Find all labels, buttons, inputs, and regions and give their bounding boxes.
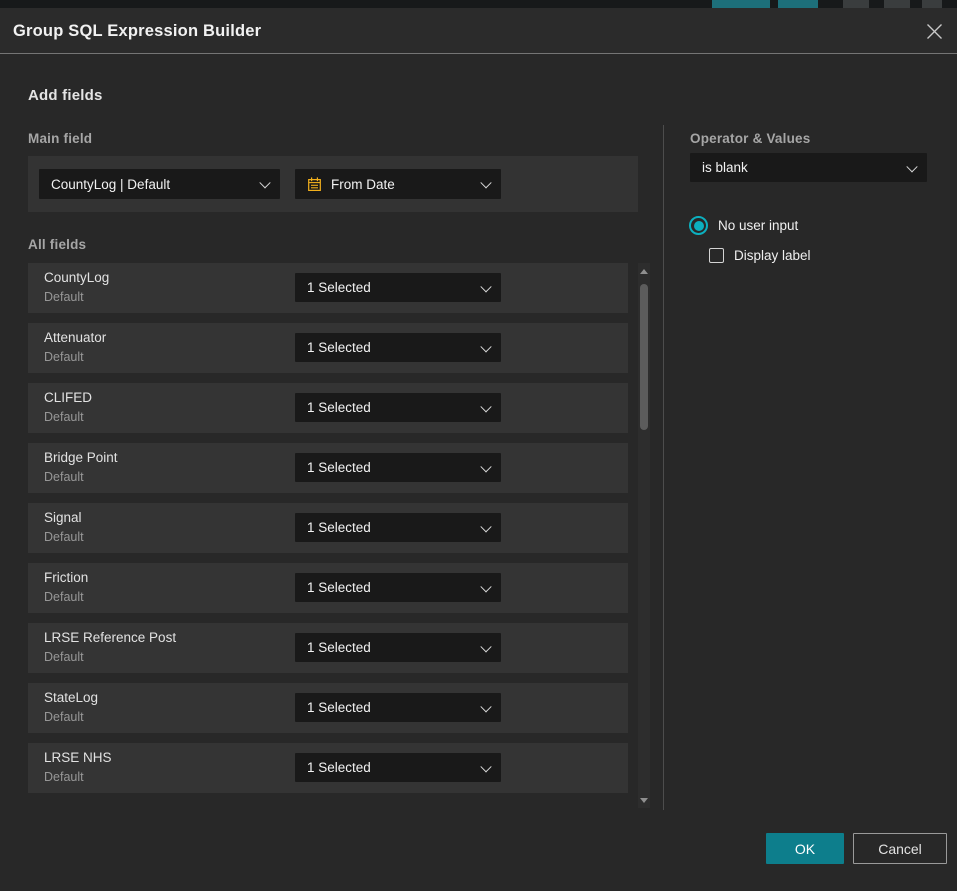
chevron-down-icon (480, 401, 491, 412)
field-selection-value: 1 Selected (307, 460, 371, 475)
field-row: Friction Default 1 Selected (28, 563, 628, 613)
field-selection-value: 1 Selected (307, 280, 371, 295)
field-selection-value: 1 Selected (307, 580, 371, 595)
background-fragment (843, 0, 869, 8)
field-row: Attenuator Default 1 Selected (28, 323, 628, 373)
scroll-up-icon (640, 269, 648, 274)
field-type: Default (44, 710, 84, 724)
field-type: Default (44, 410, 84, 424)
operator-values-heading: Operator & Values (690, 131, 810, 146)
field-type: Default (44, 650, 84, 664)
dialog-titlebar: Group SQL Expression Builder (0, 8, 957, 54)
field-selection-value: 1 Selected (307, 760, 371, 775)
calendar-icon (307, 177, 322, 192)
field-name: StateLog (44, 690, 98, 705)
field-row: StateLog Default 1 Selected (28, 683, 628, 733)
field-selection-value: 1 Selected (307, 700, 371, 715)
field-selection-dropdown[interactable]: 1 Selected (295, 453, 501, 482)
chevron-down-icon (480, 641, 491, 652)
field-selection-value: 1 Selected (307, 400, 371, 415)
chevron-down-icon (480, 281, 491, 292)
background-toolbar-fragment (0, 0, 957, 8)
field-selection-value: 1 Selected (307, 340, 371, 355)
chevron-down-icon (259, 177, 270, 188)
field-select-value: From Date (331, 177, 395, 192)
chevron-down-icon (480, 701, 491, 712)
background-fragment (778, 0, 818, 8)
field-selection-dropdown[interactable]: 1 Selected (295, 273, 501, 302)
panel-divider (663, 125, 664, 810)
scroll-down-icon (640, 798, 648, 803)
chevron-down-icon (480, 341, 491, 352)
field-type: Default (44, 590, 84, 604)
display-label-option[interactable]: Display label (709, 248, 811, 263)
field-name: CLIFED (44, 390, 92, 405)
field-row: LRSE Reference Post Default 1 Selected (28, 623, 628, 673)
close-button[interactable] (924, 21, 944, 41)
group-sql-expression-builder-dialog: Group SQL Expression Builder Add fields … (0, 8, 957, 891)
list-scrollbar[interactable] (638, 263, 650, 808)
field-row: LRSE NHS Default 1 Selected (28, 743, 628, 793)
field-name: Signal (44, 510, 82, 525)
operator-select[interactable]: is blank (690, 153, 927, 182)
background-fragment (922, 0, 942, 8)
dialog-title: Group SQL Expression Builder (13, 8, 261, 54)
field-select[interactable]: From Date (295, 169, 501, 199)
no-user-input-option[interactable]: No user input (689, 216, 798, 235)
operator-select-value: is blank (702, 160, 748, 175)
scrollbar-thumb[interactable] (640, 284, 648, 430)
screen: Group SQL Expression Builder Add fields … (0, 0, 957, 891)
field-selection-dropdown[interactable]: 1 Selected (295, 693, 501, 722)
layer-select-value: CountyLog | Default (51, 177, 170, 192)
field-selection-dropdown[interactable]: 1 Selected (295, 753, 501, 782)
scroll-up-button[interactable] (638, 265, 650, 277)
main-field-panel: CountyLog | Default From Date (28, 156, 638, 212)
field-name: CountyLog (44, 270, 109, 285)
display-label-label: Display label (734, 248, 811, 263)
background-fragment (884, 0, 910, 8)
field-selection-dropdown[interactable]: 1 Selected (295, 633, 501, 662)
radio-selected-icon (689, 216, 708, 235)
scroll-down-button[interactable] (638, 794, 650, 806)
all-fields-list: CountyLog Default 1 Selected Attenuator … (28, 263, 628, 803)
chevron-down-icon (480, 177, 491, 188)
field-row: Signal Default 1 Selected (28, 503, 628, 553)
field-name: Attenuator (44, 330, 106, 345)
field-row: Bridge Point Default 1 Selected (28, 443, 628, 493)
field-type: Default (44, 290, 84, 304)
close-icon (926, 23, 943, 40)
field-row: CLIFED Default 1 Selected (28, 383, 628, 433)
field-type: Default (44, 470, 84, 484)
field-selection-dropdown[interactable]: 1 Selected (295, 573, 501, 602)
ok-button[interactable]: OK (766, 833, 844, 864)
chevron-down-icon (480, 521, 491, 532)
field-selection-value: 1 Selected (307, 640, 371, 655)
layer-select[interactable]: CountyLog | Default (39, 169, 280, 199)
field-type: Default (44, 770, 84, 784)
chevron-down-icon (480, 761, 491, 772)
chevron-down-icon (906, 161, 917, 172)
field-selection-dropdown[interactable]: 1 Selected (295, 333, 501, 362)
field-selection-value: 1 Selected (307, 520, 371, 535)
all-fields-label: All fields (28, 237, 86, 252)
field-name: Friction (44, 570, 88, 585)
add-fields-heading: Add fields (28, 87, 103, 104)
field-name: Bridge Point (44, 450, 118, 465)
field-name: LRSE Reference Post (44, 630, 176, 645)
field-type: Default (44, 350, 84, 364)
field-type: Default (44, 530, 84, 544)
field-selection-dropdown[interactable]: 1 Selected (295, 513, 501, 542)
field-selection-dropdown[interactable]: 1 Selected (295, 393, 501, 422)
background-fragment (712, 0, 770, 8)
field-row: CountyLog Default 1 Selected (28, 263, 628, 313)
chevron-down-icon (480, 581, 491, 592)
main-field-label: Main field (28, 131, 92, 146)
chevron-down-icon (480, 461, 491, 472)
no-user-input-label: No user input (718, 218, 798, 233)
cancel-button[interactable]: Cancel (853, 833, 947, 864)
checkbox-unchecked-icon (709, 248, 724, 263)
field-name: LRSE NHS (44, 750, 112, 765)
